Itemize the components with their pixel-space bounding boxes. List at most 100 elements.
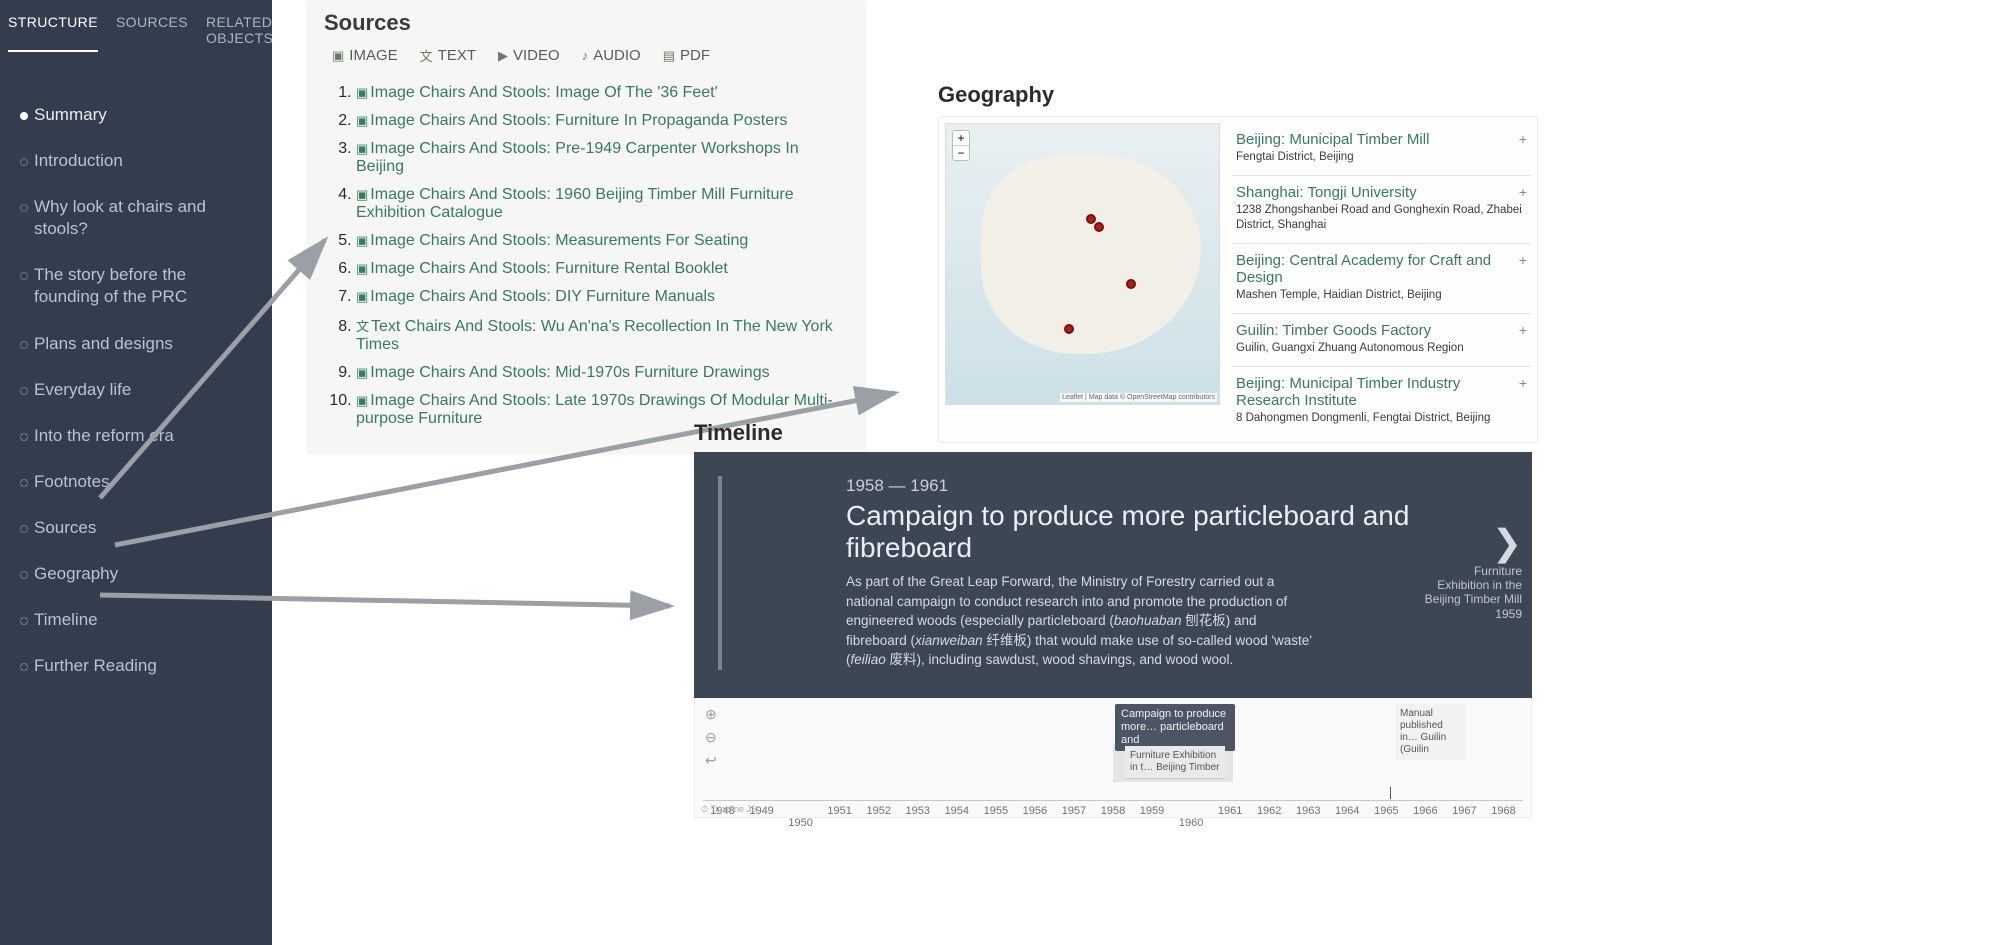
source-link[interactable]: ▣Image Chairs And Stools: Image Of The '… [356,84,718,101]
source-link[interactable]: 文Text Chairs And Stools: Wu An'na's Reco… [356,318,833,353]
zoom-out-icon[interactable]: ⊖ [705,729,717,746]
year-tick: 1957 [1054,805,1093,817]
tab-related-objects[interactable]: RELATED OBJECTS [206,14,273,52]
geography-item-subtitle: Mashen Temple, Haidian District, Beijing [1236,288,1527,303]
nav-everyday-life[interactable]: Everyday life [20,367,272,413]
timeline-track-event-sub[interactable]: Furniture Exhibition in t… Beijing Timbe… [1125,746,1225,779]
tab-sources[interactable]: SOURCES [116,14,188,52]
image-icon: ▣ [356,85,368,100]
filter-video[interactable]: ▶VIDEO [498,46,560,65]
geography-item[interactable]: Guilin: Timber Goods FactoryGuilin, Guan… [1232,314,1531,367]
year-tick: 1954 [937,805,976,817]
chevron-right-icon: ❯ [1422,529,1522,558]
year-tick: 1963 [1289,805,1328,817]
text-icon: 文 [420,46,433,65]
plus-icon[interactable]: + [1519,375,1527,391]
geography-item-title: Beijing: Municipal Timber Mill [1236,131,1527,148]
timeline-track-event-right[interactable]: Manual published in… Guilin (Guilin [1395,704,1465,760]
nav-sources[interactable]: Sources [20,505,272,551]
nav-reform-era[interactable]: Into the reform era [20,413,272,459]
year-tick [742,817,781,829]
timeline-panel: Timeline 1958 — 1961 Campaign to produce… [694,420,1532,818]
map-zoom-out[interactable]: − [953,146,969,160]
filter-audio[interactable]: ♪AUDIO [582,46,641,65]
nav-introduction[interactable]: Introduction [20,138,272,184]
source-item: ▣Image Chairs And Stools: 1960 Beijing T… [356,181,848,227]
source-link[interactable]: ▣Image Chairs And Stools: Measurements F… [356,232,748,249]
filter-pdf[interactable]: ▤PDF [663,46,710,65]
timeline-body-i1: baohuaban [1114,613,1182,628]
year-tick: 1961 [1211,805,1250,817]
year-tick: 1965 [1367,805,1406,817]
source-link[interactable]: ▣Image Chairs And Stools: Furniture Rent… [356,260,728,277]
source-item: ▣Image Chairs And Stools: Pre-1949 Carpe… [356,135,848,181]
geography-item[interactable]: Shanghai: Tongji University1238 Zhongsha… [1232,176,1531,244]
year-tick: 1966 [1406,805,1445,817]
plus-icon[interactable]: + [1519,322,1527,338]
geography-panel: Geography + − Leaflet | Map data © OpenS… [938,82,1538,443]
text-icon: 文 [356,319,369,334]
geography-item-title: Shanghai: Tongji University [1236,184,1527,201]
year-tick: 1962 [1250,805,1289,817]
filter-text[interactable]: 文 TEXT [420,46,476,65]
map-marker[interactable] [1064,324,1074,334]
nav-plans-designs[interactable]: Plans and designs [20,321,272,367]
nav-further-reading[interactable]: Further Reading [20,643,272,689]
zoom-in-icon[interactable]: ⊕ [705,706,717,723]
timeline-body-i2: xianweiban [915,633,983,648]
image-icon: ▣ [356,141,368,156]
year-tick [1093,817,1132,829]
source-item: ▣Image Chairs And Stools: Measurements F… [356,227,848,255]
year-tick: 1958 [1093,805,1132,817]
timelinejs-credit: ⏱ Timeline JS [701,804,757,815]
source-link[interactable]: ▣Image Chairs And Stools: Mid-1970s Furn… [356,364,770,381]
year-tick [781,805,820,817]
plus-icon[interactable]: + [1519,184,1527,200]
filter-text-label: TEXT [438,47,476,64]
timeline-axis [703,800,1523,801]
nav-summary[interactable]: Summary [20,92,272,138]
filter-image[interactable]: ▣IMAGE [332,46,398,65]
timeline-track[interactable]: ⊕ ⊖ ↩ Campaign to produce more… particle… [694,698,1532,818]
back-icon[interactable]: ↩ [705,752,717,769]
source-link[interactable]: ▣Image Chairs And Stools: 1960 Beijing T… [356,186,794,221]
image-icon: ▣ [356,113,368,128]
plus-icon[interactable]: + [1519,252,1527,268]
nav-timeline[interactable]: Timeline [20,597,272,643]
sources-list: ▣Image Chairs And Stools: Image Of The '… [324,79,848,433]
timeline-headline: Campaign to produce more particleboard a… [728,500,1498,564]
year-tick [976,817,1015,829]
year-tick [1015,817,1054,829]
map-marker[interactable] [1094,222,1104,232]
timeline-title: Timeline [694,420,1532,446]
nav-geography[interactable]: Geography [20,551,272,597]
map-marker[interactable] [1126,279,1136,289]
timeline-next-button[interactable]: ❯ Furniture Exhibition in the Beijing Ti… [1422,529,1522,621]
source-link[interactable]: ▣Image Chairs And Stools: Furniture In P… [356,112,787,129]
image-icon: ▣ [356,365,368,380]
year-tick [1289,817,1328,829]
nav-why-look[interactable]: Why look at chairs and stools? [20,184,272,252]
tab-structure[interactable]: STRUCTURE [8,14,98,52]
geography-item-title: Beijing: Municipal Timber Industry Resea… [1236,375,1527,409]
geography-item[interactable]: Beijing: Central Academy for Craft and D… [1232,244,1531,314]
year-tick: 1960 [1172,817,1211,829]
timeline-track-event-main[interactable]: Campaign to produce more… particleboard … [1115,704,1235,752]
geography-body: + − Leaflet | Map data © OpenStreetMap c… [938,116,1538,443]
map-zoom-in[interactable]: + [953,131,969,146]
plus-icon[interactable]: + [1519,131,1527,147]
filter-audio-label: AUDIO [593,47,641,64]
year-tick [898,817,937,829]
year-tick [1328,817,1367,829]
geography-item[interactable]: Beijing: Municipal Timber MillFengtai Di… [1232,123,1531,176]
year-tick: 1964 [1328,805,1367,817]
timeline-year-ticks-alt: 19501960 [703,817,1523,829]
year-tick: 1952 [859,805,898,817]
source-link[interactable]: ▣Image Chairs And Stools: DIY Furniture … [356,288,715,305]
map-landmass [981,154,1201,354]
source-link[interactable]: ▣Image Chairs And Stools: Pre-1949 Carpe… [356,140,799,175]
map[interactable]: + − Leaflet | Map data © OpenStreetMap c… [945,123,1220,405]
nav-footnotes[interactable]: Footnotes [20,459,272,505]
nav-story-prc[interactable]: The story before the founding of the PRC [20,252,272,320]
year-tick: 1955 [976,805,1015,817]
